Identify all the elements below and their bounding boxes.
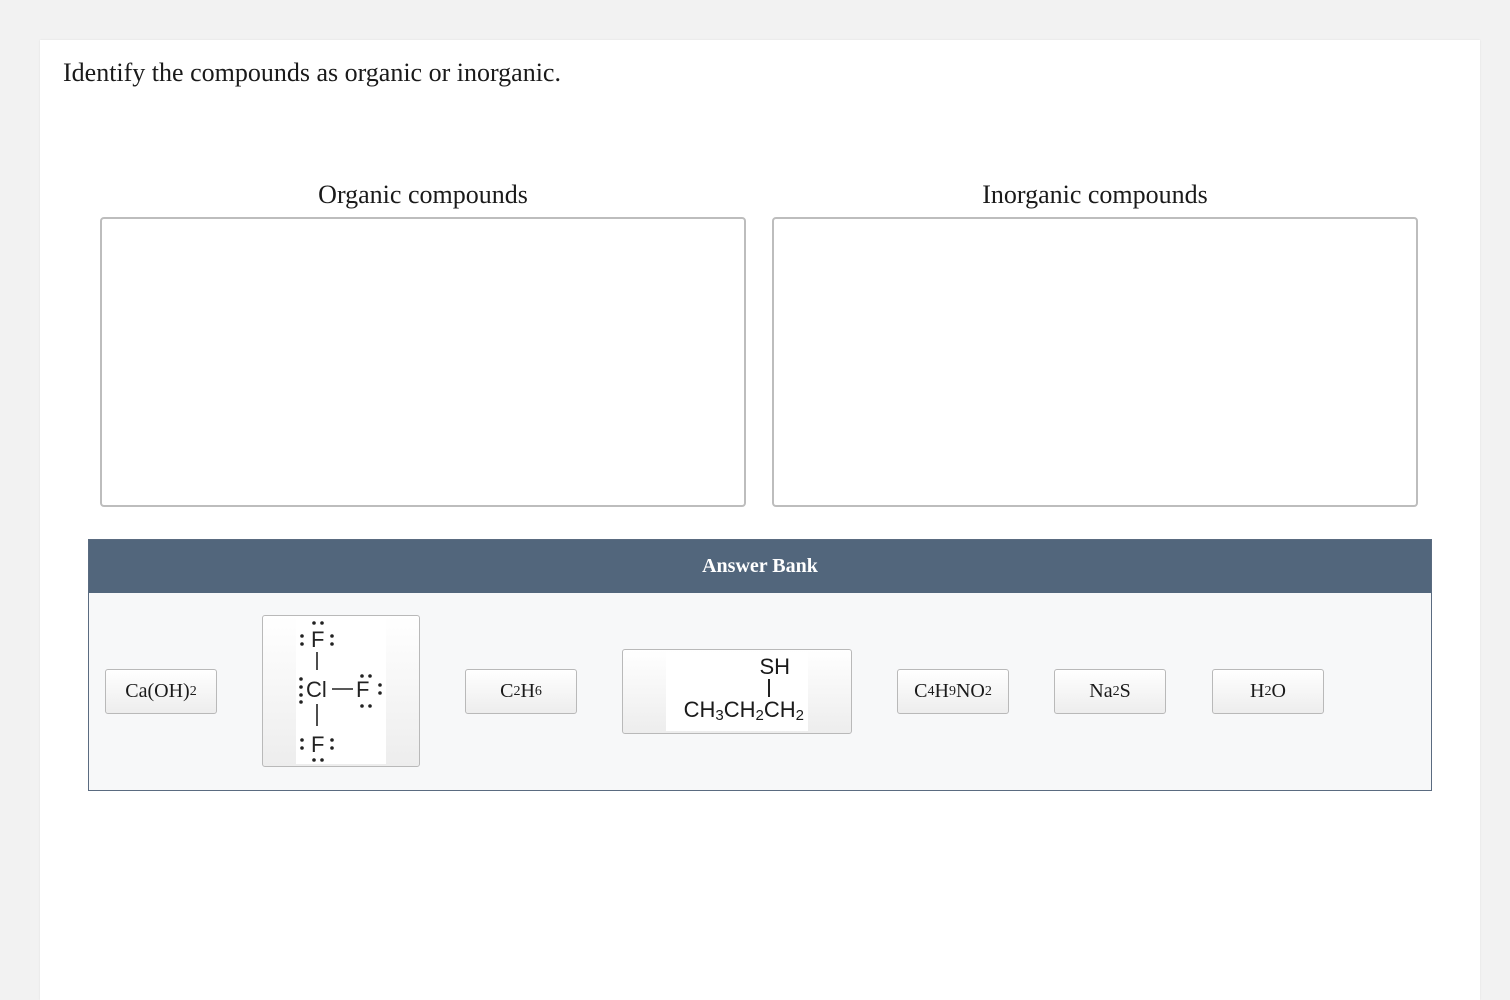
atom-f-bottom: F xyxy=(311,732,324,757)
atom-f-right: F xyxy=(356,677,369,702)
thiol-group-label: SH xyxy=(759,653,790,679)
tile-text: H xyxy=(934,680,949,702)
answer-tile-c4h9no2[interactable]: C 4 H 9 NO 2 xyxy=(897,669,1009,714)
answer-tile-sodium-sulfide[interactable]: Na 2 S xyxy=(1054,669,1166,714)
tile-text: Ca(OH) xyxy=(125,680,190,702)
propanethiol-structure-image: SH CH3CH2CH2 xyxy=(666,652,808,731)
question-prompt: Identify the compounds as organic or ino… xyxy=(63,58,561,87)
tile-text: H xyxy=(520,680,535,702)
inorganic-drop-zone[interactable] xyxy=(772,217,1418,507)
answer-bank-title: Answer Bank xyxy=(89,540,1431,593)
answer-tile-ethane[interactable]: C2H6 xyxy=(465,669,577,714)
tile-text: S xyxy=(1119,680,1131,702)
atom-f-top: F xyxy=(311,627,324,652)
tile-text: C xyxy=(914,680,928,702)
inorganic-bin-label: Inorganic compounds xyxy=(982,180,1208,209)
tile-text: O xyxy=(1271,680,1286,702)
carbon-chain-label: CH3CH2CH2 xyxy=(683,696,804,724)
structure-bond xyxy=(768,678,770,697)
organic-bin-label: Organic compounds xyxy=(318,180,528,209)
clf3-lewis-structure: F Cl F F xyxy=(299,621,382,762)
tile-text: NO xyxy=(955,680,985,702)
answer-tile-chlorine-trifluoride[interactable]: F Cl F F xyxy=(262,615,420,767)
answer-tile-calcium-hydroxide[interactable]: Ca(OH) 2 xyxy=(105,669,217,714)
answer-bank: Answer Bank Ca(OH) 2 F Cl F F C 2 H 6 SH… xyxy=(88,539,1432,791)
answer-tile-water[interactable]: H2O xyxy=(1212,669,1324,714)
organic-drop-zone[interactable] xyxy=(100,217,746,507)
atom-cl-center: Cl xyxy=(306,677,327,702)
tile-text: C xyxy=(500,680,514,702)
question-card: Identify the compounds as organic or ino… xyxy=(40,40,1480,1000)
tile-text: H xyxy=(1250,680,1265,702)
answer-tile-propanethiol[interactable]: SH CH3CH2CH2 xyxy=(622,649,852,734)
clf3-structure-image: F Cl F F xyxy=(296,618,386,764)
tile-text: Na xyxy=(1089,680,1113,702)
